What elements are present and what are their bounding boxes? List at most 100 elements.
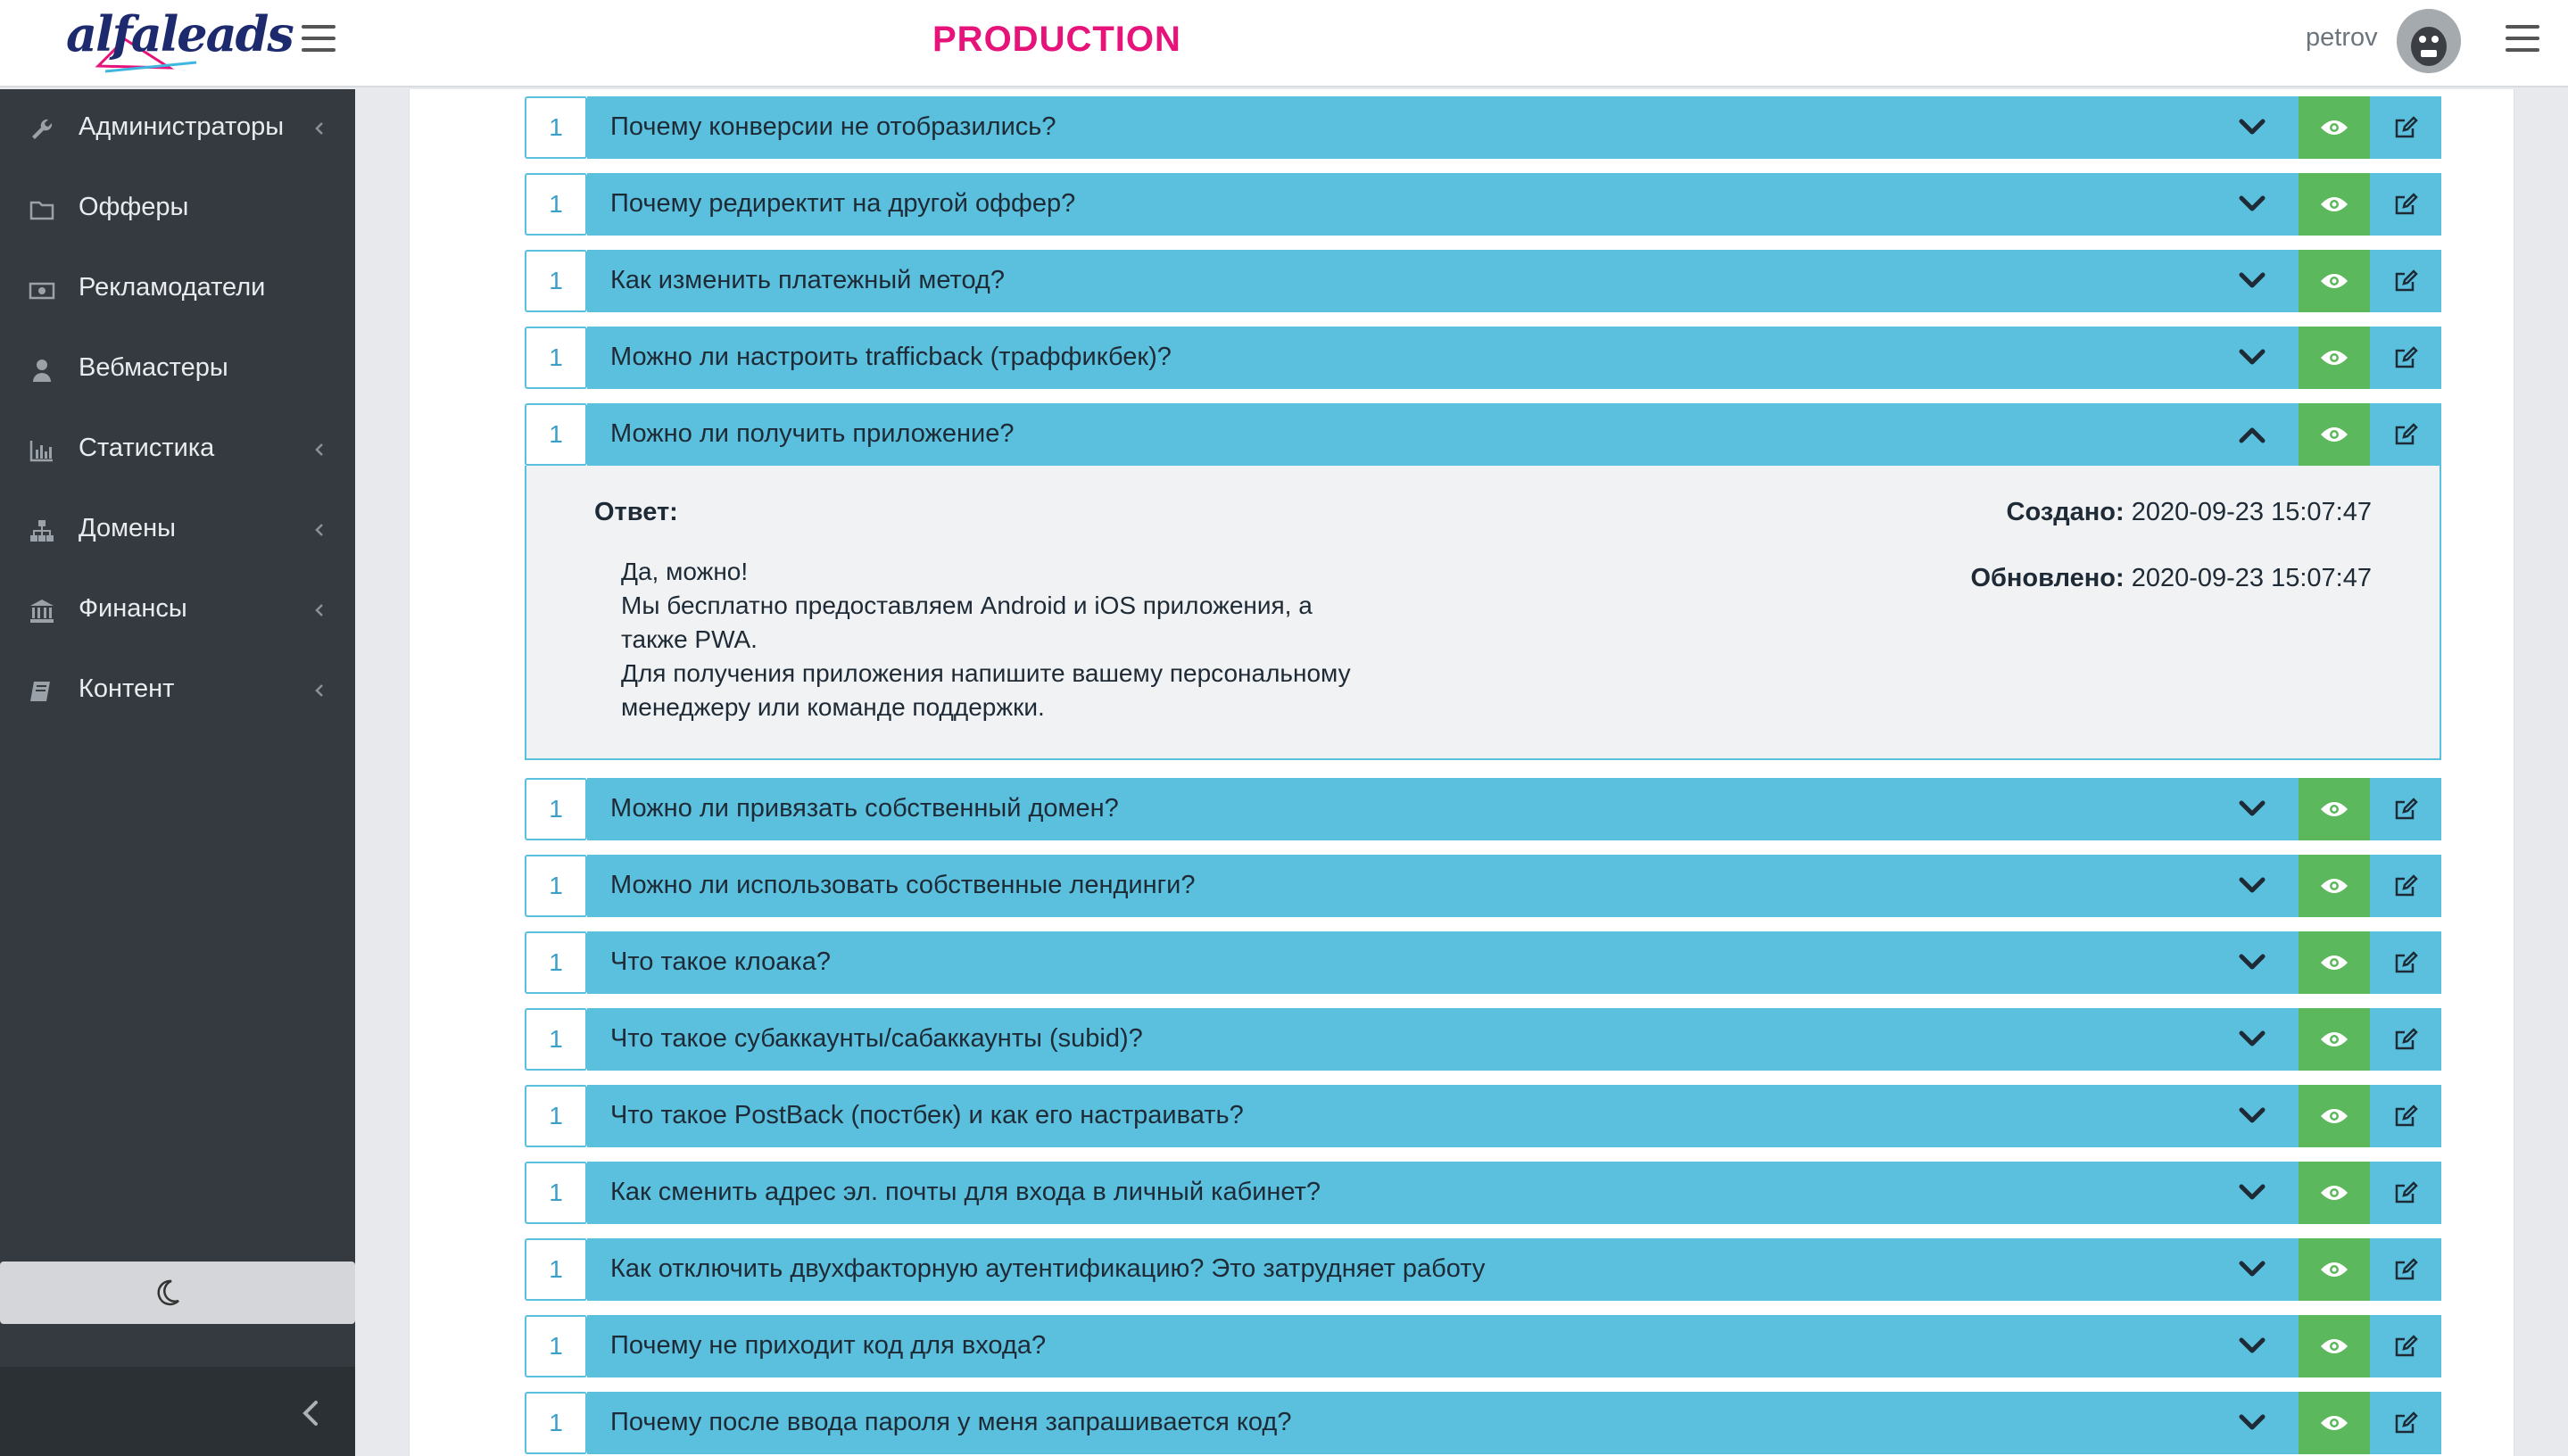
view-button[interactable]	[2299, 855, 2370, 917]
edit-icon	[2395, 798, 2418, 820]
faq-question-text: Почему конверсии не отобразились?	[610, 112, 1056, 141]
faq-question-bar[interactable]: Можно ли привязать собственный домен?	[587, 778, 2299, 840]
edit-button[interactable]	[2370, 250, 2441, 312]
chevron-down-icon[interactable]	[2238, 269, 2266, 293]
faq-item: 1 Как отключить двухфакторную аутентифика…	[525, 1238, 2441, 1301]
edit-button[interactable]	[2370, 931, 2441, 994]
eye-icon	[2321, 351, 2348, 365]
edit-icon	[2395, 116, 2418, 138]
sidebar-item-4[interactable]: Вебмастеры	[0, 334, 355, 407]
updated-value: 2020-09-23 15:07:47	[2131, 564, 2372, 592]
faq-question-bar[interactable]: Что такое клоака?	[587, 931, 2299, 994]
view-button[interactable]	[2299, 1162, 2370, 1224]
edit-button[interactable]	[2370, 1162, 2441, 1224]
chevron-down-icon[interactable]	[2238, 874, 2266, 898]
faq-question-bar[interactable]: Почему редиректит на другой оффер?	[587, 173, 2299, 236]
sidebar-item-1[interactable]: Администраторы	[0, 93, 355, 166]
chevron-up-icon[interactable]	[2238, 423, 2266, 446]
logo[interactable]: alfaleads	[62, 4, 294, 80]
edit-icon	[2395, 346, 2418, 368]
faq-question-bar[interactable]: Почему не приходит код для входа?	[587, 1315, 2299, 1377]
theme-toggle-button[interactable]	[0, 1262, 355, 1324]
edit-button[interactable]	[2370, 96, 2441, 159]
avatar[interactable]	[2397, 9, 2461, 73]
view-button[interactable]	[2299, 1238, 2370, 1301]
answer-line: Для получения приложения напишите вашему…	[621, 659, 1351, 687]
sidebar-item-6[interactable]: Домены	[0, 494, 355, 567]
edit-button[interactable]	[2370, 1392, 2441, 1454]
view-button[interactable]	[2299, 1315, 2370, 1377]
environment-label: PRODUCTION	[932, 20, 1181, 59]
faq-question-bar[interactable]: Можно ли настроить trafficback (траффикб…	[587, 327, 2299, 389]
view-button[interactable]	[2299, 931, 2370, 994]
edit-button[interactable]	[2370, 403, 2441, 466]
faq-question-bar[interactable]: Что такое PostBack (постбек) и как его н…	[587, 1085, 2299, 1147]
view-button[interactable]	[2299, 327, 2370, 389]
chevron-down-icon[interactable]	[2238, 116, 2266, 139]
edit-button[interactable]	[2370, 173, 2441, 236]
edit-icon	[2395, 1181, 2418, 1204]
user-icon	[33, 360, 51, 382]
logo-text: alfaleads	[66, 5, 294, 62]
edit-button[interactable]	[2370, 1085, 2441, 1147]
created-date: Создано: 2020-09-23 15:07:47	[2007, 498, 2372, 527]
faq-item: 1 Можно ли привязать собственный домен?	[525, 778, 2441, 840]
menu-button[interactable]	[2506, 25, 2539, 55]
faq-order-number: 1	[525, 931, 587, 994]
faq-question-bar[interactable]: Как сменить адрес эл. почты для входа в …	[587, 1162, 2299, 1224]
sidebar-toggle-button[interactable]	[302, 25, 335, 55]
view-button[interactable]	[2299, 250, 2370, 312]
faq-order-number: 1	[525, 1238, 587, 1301]
edit-button[interactable]	[2370, 855, 2441, 917]
faq-question-bar[interactable]: Что такое субаккаунты/сабаккаунты (subid…	[587, 1008, 2299, 1071]
view-button[interactable]	[2299, 403, 2370, 466]
faq-question-bar[interactable]: Можно ли получить приложение?	[587, 403, 2299, 466]
view-button[interactable]	[2299, 96, 2370, 159]
chevron-down-icon[interactable]	[2238, 193, 2266, 216]
faq-question-bar[interactable]: Почему после ввода пароля у меня запраши…	[587, 1392, 2299, 1454]
faq-question-bar[interactable]: Почему конверсии не отобразились?	[587, 96, 2299, 159]
chevron-down-icon[interactable]	[2238, 798, 2266, 821]
faq-order-number: 1	[525, 1162, 587, 1224]
faq-question-bar[interactable]: Можно ли использовать собственные лендин…	[587, 855, 2299, 917]
sidebar-item-2[interactable]: Офферы	[0, 173, 355, 246]
chevron-down-icon[interactable]	[2238, 1258, 2266, 1281]
sidebar-item-5[interactable]: Статистика	[0, 414, 355, 487]
edit-button[interactable]	[2370, 778, 2441, 840]
updated-label: Обновлено:	[1970, 564, 2125, 592]
faq-order-number: 1	[525, 1315, 587, 1377]
edit-button[interactable]	[2370, 1238, 2441, 1301]
chevron-down-icon[interactable]	[2238, 1181, 2266, 1204]
view-button[interactable]	[2299, 778, 2370, 840]
view-button[interactable]	[2299, 1085, 2370, 1147]
faq-order-number: 1	[525, 327, 587, 389]
view-button[interactable]	[2299, 173, 2370, 236]
chevron-down-icon[interactable]	[2238, 1104, 2266, 1128]
edit-icon	[2395, 874, 2418, 897]
chevron-left-icon[interactable]	[298, 1399, 325, 1427]
edit-button[interactable]	[2370, 1315, 2441, 1377]
view-button[interactable]	[2299, 1392, 2370, 1454]
chevron-down-icon[interactable]	[2238, 1335, 2266, 1358]
faq-question-text: Можно ли использовать собственные лендин…	[610, 871, 1196, 899]
edit-button[interactable]	[2370, 1008, 2441, 1071]
faq-question-bar[interactable]: Как отключить двухфакторную аутентификац…	[587, 1238, 2299, 1301]
answer-line: менеджеру или команде поддержки.	[621, 693, 1045, 721]
faq-order-number: 1	[525, 403, 587, 466]
sidebar-item-8[interactable]: Контент	[0, 655, 355, 728]
username[interactable]: petrov	[2306, 23, 2378, 53]
chevron-down-icon[interactable]	[2238, 951, 2266, 974]
edit-icon	[2395, 1411, 2418, 1434]
eye-icon	[2321, 197, 2348, 211]
chevron-down-icon[interactable]	[2238, 1028, 2266, 1051]
chevron-down-icon[interactable]	[2238, 1411, 2266, 1435]
faq-item: 1 Что такое клоака?	[525, 931, 2441, 994]
edit-button[interactable]	[2370, 327, 2441, 389]
sidebar-item-3[interactable]: Рекламодатели	[0, 253, 355, 327]
view-button[interactable]	[2299, 1008, 2370, 1071]
chevron-down-icon[interactable]	[2238, 346, 2266, 369]
eye-icon	[2321, 1262, 2348, 1277]
sidebar-item-7[interactable]: Финансы	[0, 575, 355, 648]
faq-question-bar[interactable]: Как изменить платежный метод?	[587, 250, 2299, 312]
sidebar-item-label: Офферы	[79, 193, 189, 221]
